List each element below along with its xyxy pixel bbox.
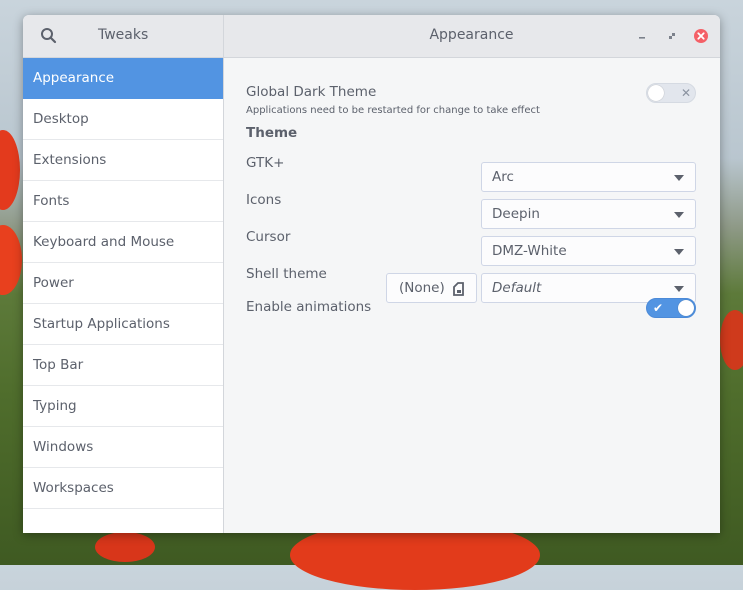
cursor-theme-value: DMZ-White (492, 243, 567, 259)
sidebar-item-desktop[interactable]: Desktop (23, 99, 223, 140)
sidebar-item-extensions[interactable]: Extensions (23, 140, 223, 181)
chevron-down-icon (674, 286, 684, 292)
switch-knob (648, 85, 664, 101)
maximize-icon[interactable] (664, 28, 680, 44)
sidebar: Appearance Desktop Extensions Fonts Keyb… (23, 58, 224, 533)
gtk-theme-value: Arc (492, 169, 514, 185)
appearance-panel: Global Dark Theme Applications need to b… (224, 58, 720, 533)
title-bar: Tweaks Appearance (23, 15, 720, 58)
sidebar-item-fonts[interactable]: Fonts (23, 181, 223, 222)
global-dark-theme-label: Global Dark Theme (246, 84, 377, 100)
icons-theme-select[interactable]: Deepin (481, 199, 696, 229)
switch-knob (678, 300, 694, 316)
sidebar-item-workspaces[interactable]: Workspaces (23, 468, 223, 509)
file-icon (453, 282, 464, 296)
cursor-theme-select[interactable]: DMZ-White (481, 236, 696, 266)
close-icon[interactable] (693, 28, 709, 44)
tweaks-window: Tweaks Appearance Appearance Desktop Ext… (23, 15, 720, 533)
shell-theme-value: Default (492, 280, 542, 296)
shell-theme-label: Shell theme (246, 266, 327, 282)
sidebar-item-startup-applications[interactable]: Startup Applications (23, 304, 223, 345)
sidebar-item-power[interactable]: Power (23, 263, 223, 304)
wallpaper-poppy (0, 225, 22, 295)
sidebar-item-keyboard-and-mouse[interactable]: Keyboard and Mouse (23, 222, 223, 263)
cursor-label: Cursor (246, 229, 291, 245)
restart-note: Applications need to be restarted for ch… (246, 105, 540, 116)
title-bar-left: Tweaks (23, 15, 224, 57)
sidebar-item-windows[interactable]: Windows (23, 427, 223, 468)
search-icon[interactable] (39, 26, 59, 46)
enable-animations-label: Enable animations (246, 299, 372, 315)
gtk-theme-select[interactable]: Arc (481, 162, 696, 192)
shell-theme-file-label: (None) (399, 280, 445, 296)
app-title: Tweaks (98, 27, 149, 43)
shell-theme-file-button[interactable]: (None) (386, 273, 477, 303)
wallpaper-poppy (95, 532, 155, 562)
icons-label: Icons (246, 192, 282, 208)
minimize-icon[interactable] (634, 28, 650, 44)
chevron-down-icon (674, 175, 684, 181)
icons-theme-value: Deepin (492, 206, 540, 222)
gtk-label: GTK+ (246, 155, 285, 171)
sidebar-item-top-bar[interactable]: Top Bar (23, 345, 223, 386)
wallpaper-poppy (0, 130, 20, 210)
chevron-down-icon (674, 249, 684, 255)
global-dark-theme-switch[interactable]: ✕ (646, 83, 696, 103)
enable-animations-switch[interactable]: ✔ (646, 298, 696, 318)
wallpaper-poppy (720, 310, 743, 370)
x-mark-icon: ✕ (681, 86, 692, 100)
theme-heading: Theme (246, 125, 298, 141)
sidebar-item-appearance[interactable]: Appearance (23, 58, 223, 99)
sidebar-item-typing[interactable]: Typing (23, 386, 223, 427)
checkmark-icon: ✔ (653, 301, 664, 315)
chevron-down-icon (674, 212, 684, 218)
